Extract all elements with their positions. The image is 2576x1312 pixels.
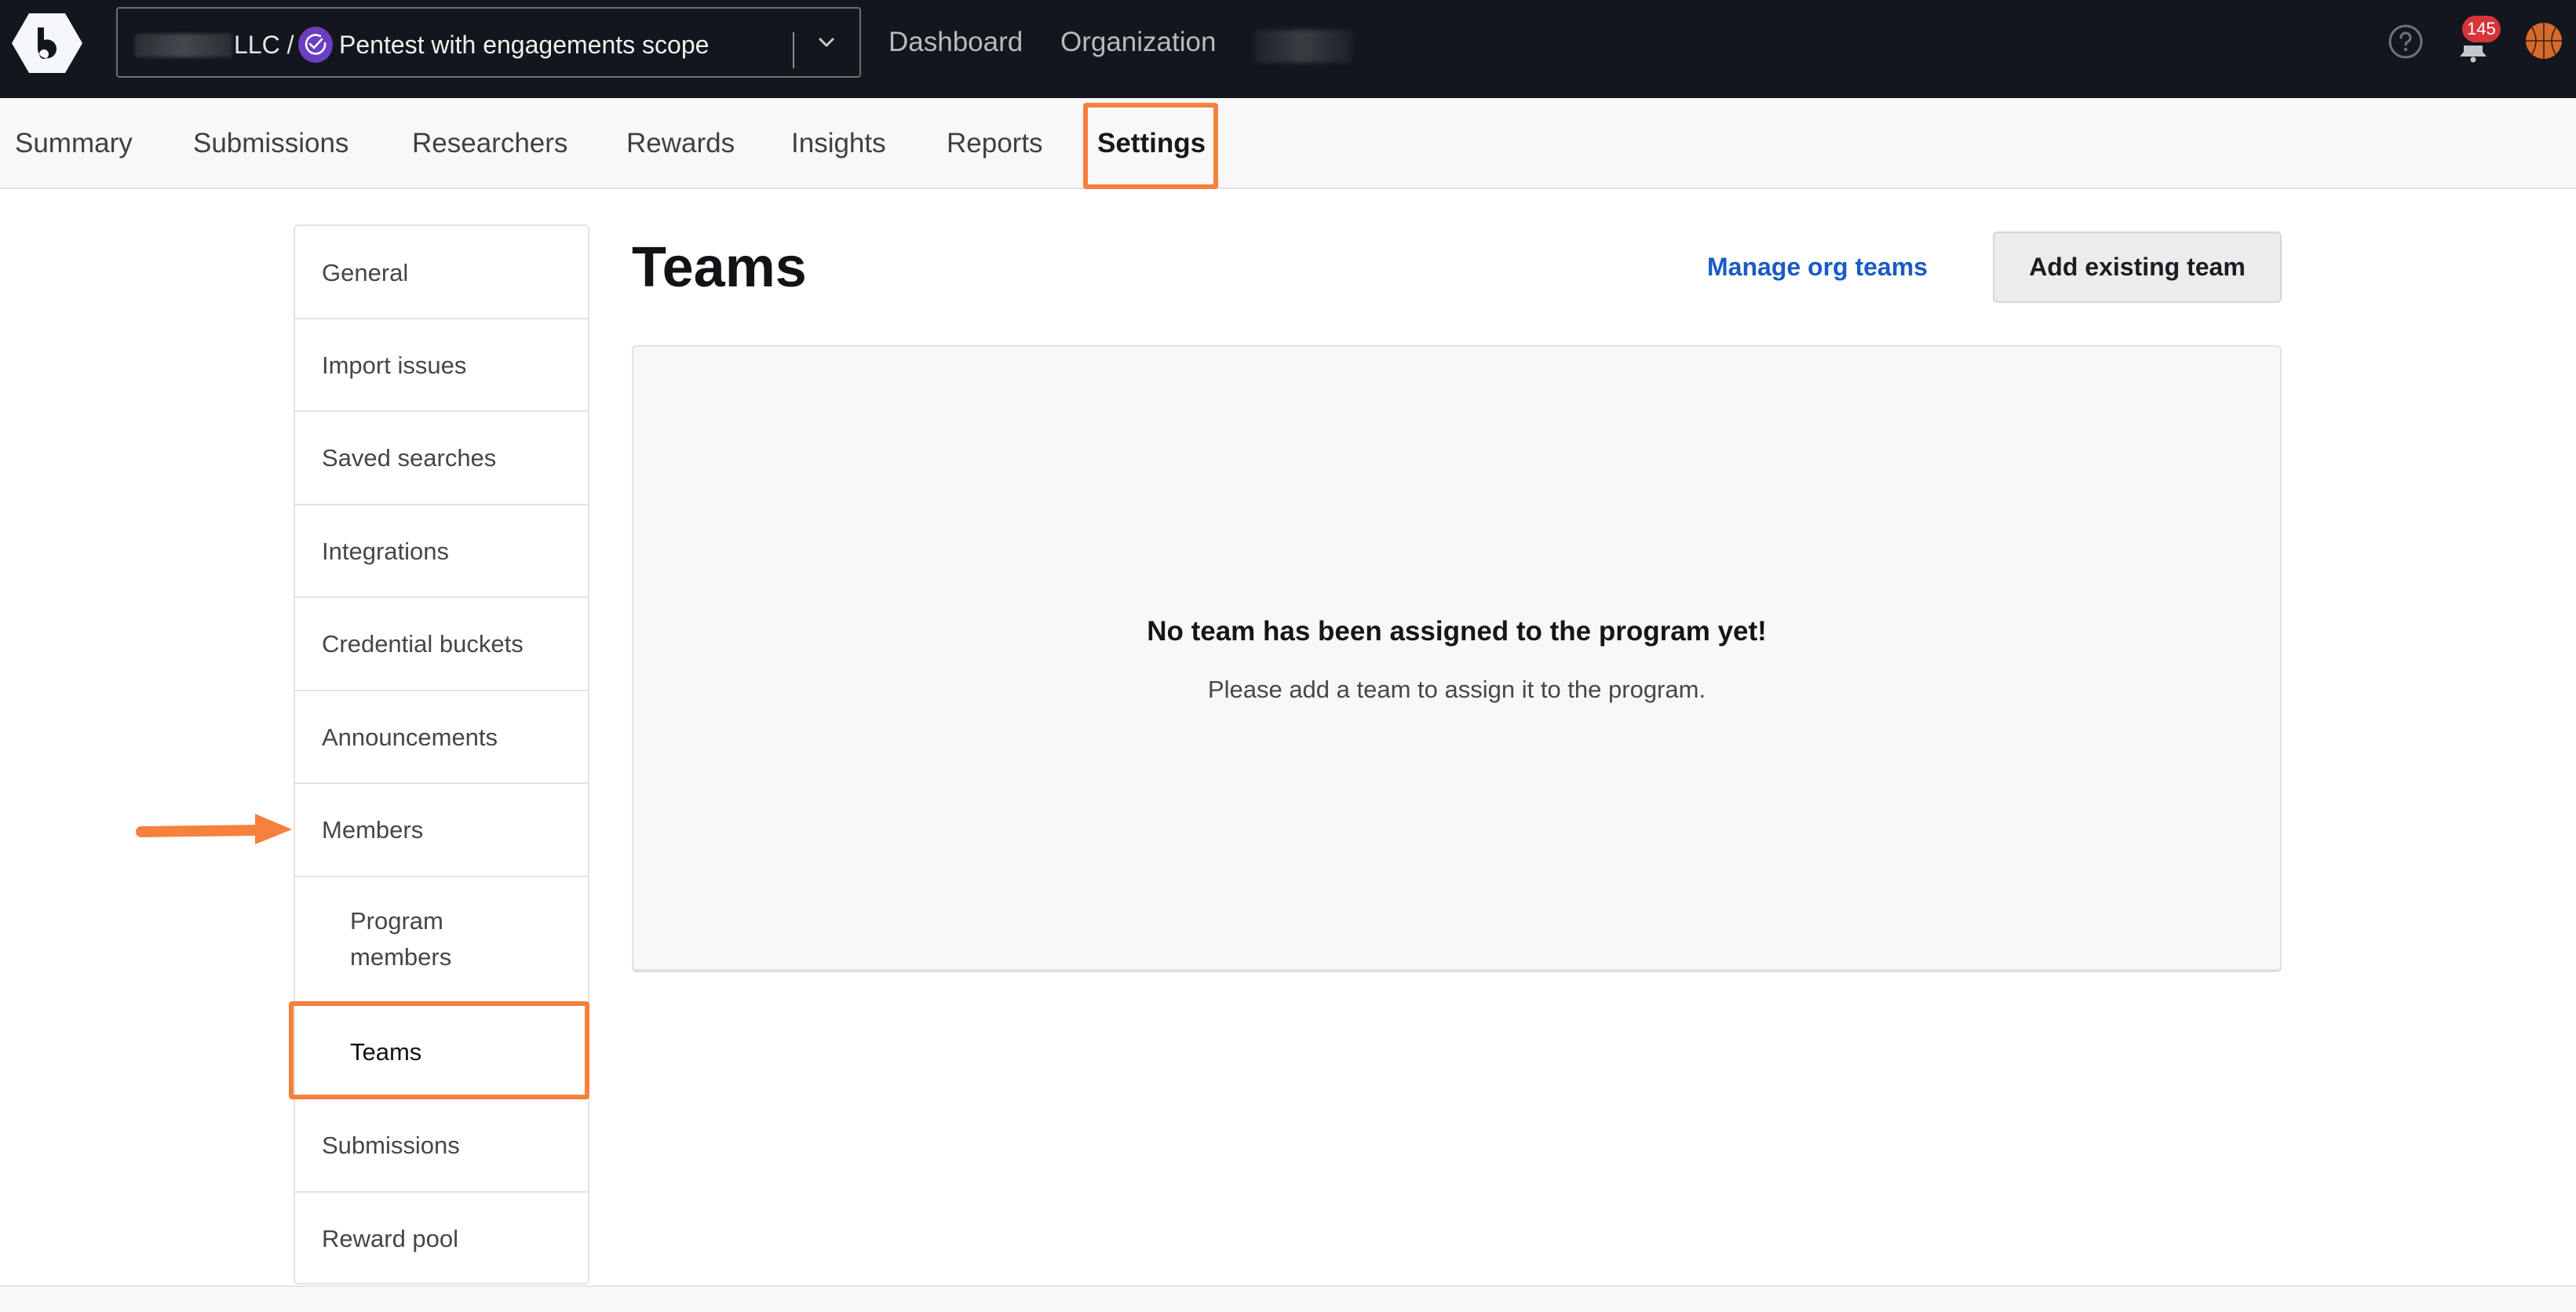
program-selector[interactable]: LLC / Pentest with engagements scope	[116, 7, 861, 78]
add-existing-team-button[interactable]: Add existing team	[1993, 231, 2282, 303]
sidebar-item-credential-buckets[interactable]: Credential buckets	[295, 598, 588, 691]
avatar[interactable]	[2525, 22, 2563, 60]
sidebar-item-program-members[interactable]: Program members	[295, 877, 588, 1003]
sidebar-item-announcements[interactable]: Announcements	[295, 691, 588, 784]
sidebar-item-reward-pool[interactable]: Reward pool	[295, 1193, 588, 1283]
settings-highlight-annotation	[1083, 103, 1218, 189]
tab-summary[interactable]: Summary	[15, 126, 133, 161]
program-nav: Summary Submissions Researchers Rewards …	[0, 98, 2576, 189]
redacted-org-name	[135, 34, 232, 57]
dashboard-link[interactable]: Dashboard	[888, 24, 1023, 61]
sidebar-item-label: Integrations	[322, 538, 449, 565]
page-footer	[0, 1285, 2576, 1312]
chevron-down-icon[interactable]	[815, 31, 838, 54]
sidebar-item-submissions[interactable]: Submissions	[295, 1099, 588, 1193]
teams-highlight-annotation	[289, 1001, 589, 1099]
empty-state-panel: No team has been assigned to the program…	[632, 345, 2282, 971]
sidebar-item-label: Submissions	[322, 1132, 460, 1159]
sidebar-item-label: General	[322, 259, 409, 286]
sidebar-item-label: Import issues	[322, 352, 467, 379]
sidebar-item-integrations[interactable]: Integrations	[295, 505, 588, 598]
tab-researchers[interactable]: Researchers	[412, 126, 567, 161]
select-divider	[793, 32, 794, 68]
sidebar-item-members[interactable]: Members	[295, 784, 588, 877]
settings-sidebar: General Import issues Saved searches Int…	[294, 224, 589, 1285]
bugcrowd-logo-icon[interactable]	[12, 13, 82, 73]
tab-submissions[interactable]: Submissions	[193, 126, 348, 161]
bell-icon[interactable]	[2457, 39, 2490, 63]
manage-org-teams-link[interactable]: Manage org teams	[1707, 250, 1928, 284]
sidebar-item-label: Credential buckets	[322, 630, 524, 658]
arrow-annotation-icon	[136, 814, 292, 844]
empty-state-text: Please add a team to assign it to the pr…	[1207, 676, 1706, 703]
sidebar-item-saved-searches[interactable]: Saved searches	[295, 412, 588, 505]
sidebar-item-label: Program members	[350, 907, 452, 971]
page-title: Teams	[632, 236, 807, 299]
notification-count-badge[interactable]: 145	[2462, 16, 2501, 42]
empty-state-title: No team has been assigned to the program…	[1147, 616, 1767, 647]
sidebar-item-label: Reward pool	[322, 1225, 459, 1252]
tab-reports[interactable]: Reports	[947, 126, 1043, 161]
redacted-link[interactable]	[1253, 30, 1352, 63]
tab-insights[interactable]: Insights	[791, 126, 886, 161]
sidebar-item-general[interactable]: General	[295, 226, 588, 319]
organization-link[interactable]: Organization	[1060, 24, 1216, 61]
top-bar: LLC / Pentest with engagements scope Das…	[0, 0, 2576, 98]
sidebar-item-label: Saved searches	[322, 444, 497, 472]
sidebar-item-label: Announcements	[322, 723, 498, 751]
question-circle-icon[interactable]	[2388, 24, 2424, 60]
tab-rewards[interactable]: Rewards	[626, 126, 735, 161]
sidebar-item-label: Members	[322, 816, 424, 844]
sidebar-item-import-issues[interactable]: Import issues	[295, 319, 588, 412]
org-suffix: LLC /	[234, 31, 294, 59]
check-badge-icon	[298, 27, 333, 63]
program-name: Pentest with engagements scope	[339, 31, 710, 59]
